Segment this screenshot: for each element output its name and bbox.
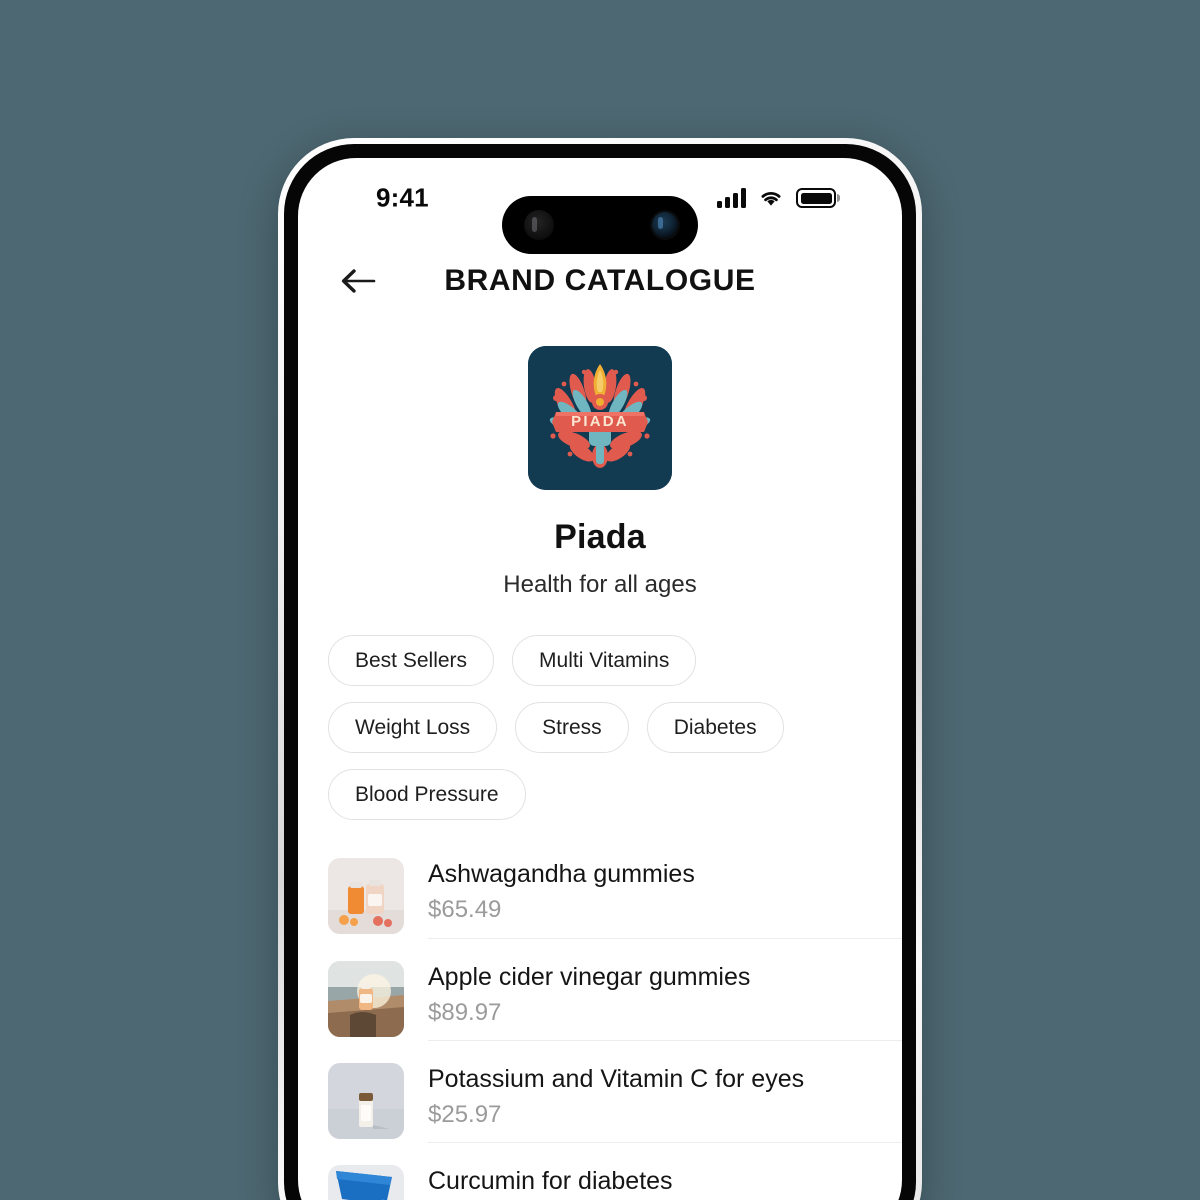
product-title: Apple cider vinegar gummies bbox=[428, 962, 751, 991]
product-price: $89.97 bbox=[428, 998, 502, 1026]
app-header: BRAND CATALOGUE bbox=[298, 238, 902, 324]
category-chip-diabetes[interactable]: Diabetes bbox=[646, 702, 784, 754]
product-info: Ashwagandha gummies $65.49 bbox=[428, 858, 902, 939]
product-thumb-potassium-vitamin-c bbox=[328, 1063, 404, 1140]
product-title: Curcumin for diabetes bbox=[428, 1167, 673, 1196]
face-id-sensor-icon bbox=[524, 210, 554, 240]
brand-logo: PIADA bbox=[528, 346, 672, 490]
product-list-item[interactable]: Ashwagandha gummies $65.49 bbox=[328, 846, 902, 948]
product-info: Apple cider vinegar gummies $89.97 bbox=[428, 961, 902, 1042]
wifi-icon bbox=[761, 192, 781, 206]
cellular-signal-icon bbox=[717, 188, 746, 208]
back-arrow-icon bbox=[341, 269, 376, 293]
back-button[interactable] bbox=[332, 255, 384, 307]
svg-text:PIADA: PIADA bbox=[571, 413, 629, 430]
product-thumb-apple-cider-vinegar-gummies bbox=[328, 960, 404, 1037]
brand-tagline: Health for all ages bbox=[503, 571, 697, 598]
category-chip-multi-vitamins[interactable]: Multi Vitamins bbox=[512, 635, 697, 687]
page-title: BRAND CATALOGUE bbox=[444, 264, 756, 297]
status-bar: 9:41 bbox=[298, 158, 902, 254]
battery-full-icon bbox=[796, 188, 836, 208]
status-bar-icons bbox=[717, 188, 836, 208]
product-list: Ashwagandha gummies $65.49 Apple cider v… bbox=[298, 846, 902, 1200]
phone-bezel: 9:41 BRAND CATALOGUE PIADA Piada Health … bbox=[284, 144, 916, 1200]
brand-name: Piada bbox=[554, 518, 646, 556]
product-list-item[interactable]: Apple cider vinegar gummies $89.97 bbox=[328, 949, 902, 1051]
product-info: Curcumin for diabetes $45.97 bbox=[428, 1165, 902, 1200]
product-title: Potassium and Vitamin C for eyes bbox=[428, 1065, 805, 1094]
product-info: Potassium and Vitamin C for eyes $25.97 bbox=[428, 1063, 902, 1144]
category-chip-blood-pressure[interactable]: Blood Pressure bbox=[328, 769, 526, 821]
brand-block: PIADA Piada Health for all ages bbox=[298, 324, 902, 599]
category-chip-stress[interactable]: Stress bbox=[515, 702, 629, 754]
piada-floral-emblem-logo: PIADA bbox=[528, 346, 672, 490]
product-price: $65.49 bbox=[428, 896, 502, 924]
phone-device-frame: 9:41 BRAND CATALOGUE PIADA Piada Health … bbox=[278, 138, 922, 1200]
category-chip-best-sellers[interactable]: Best Sellers bbox=[328, 635, 495, 687]
phone-screen: 9:41 BRAND CATALOGUE PIADA Piada Health … bbox=[298, 158, 902, 1200]
status-bar-time: 9:41 bbox=[376, 182, 429, 213]
product-price: $25.97 bbox=[428, 1101, 502, 1129]
category-chip-list: Best Sellers Multi Vitamins Weight Loss … bbox=[298, 635, 902, 821]
product-list-item[interactable]: Curcumin for diabetes $45.97 bbox=[328, 1153, 902, 1200]
product-thumb-ashwagandha-gummies bbox=[328, 858, 404, 935]
front-camera-icon bbox=[652, 212, 678, 238]
product-list-item[interactable]: Potassium and Vitamin C for eyes $25.97 bbox=[328, 1051, 902, 1153]
product-thumb-curcumin-diabetes bbox=[328, 1165, 404, 1200]
category-chip-weight-loss[interactable]: Weight Loss bbox=[328, 702, 498, 754]
product-title: Ashwagandha gummies bbox=[428, 860, 695, 889]
